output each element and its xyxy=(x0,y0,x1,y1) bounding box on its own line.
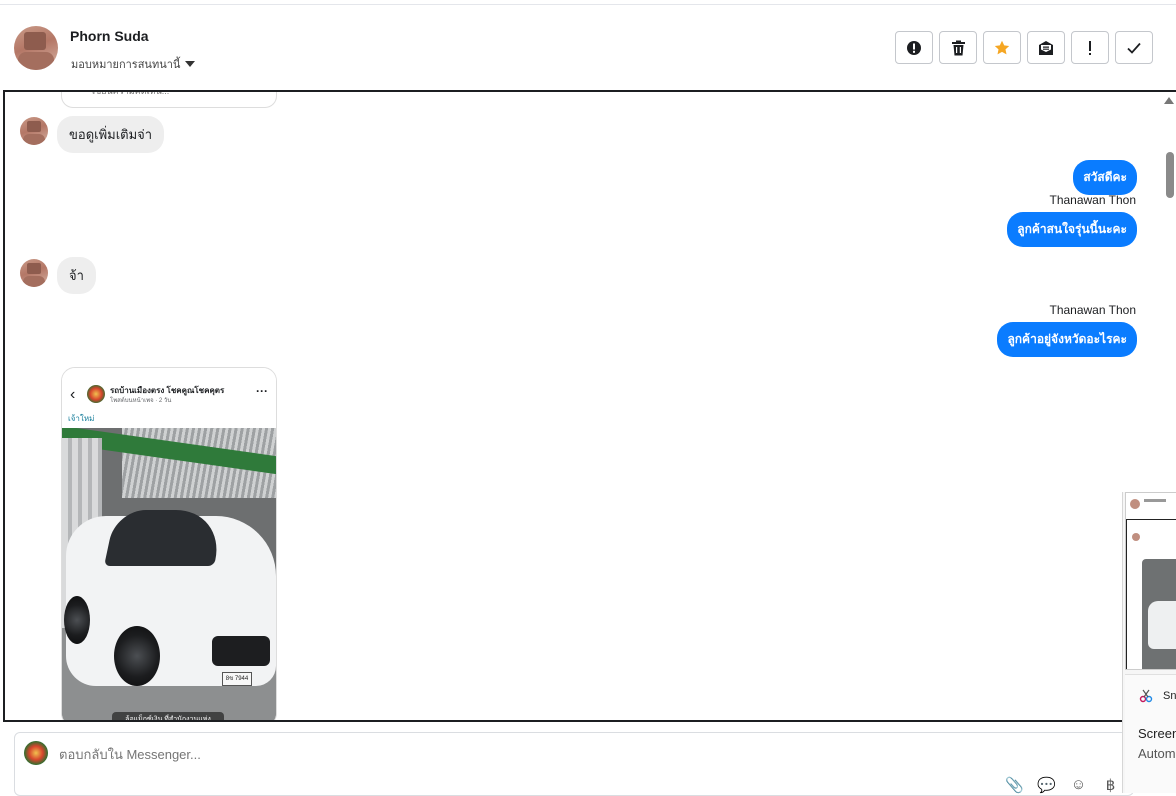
previous-post-card[interactable]: เขียนความคิดเห็น... ☺ ▣ ☺ xyxy=(61,90,277,108)
header-actions xyxy=(895,31,1153,64)
scroll-up-arrow-icon[interactable] xyxy=(1164,97,1174,104)
contact-name[interactable]: Phorn Suda xyxy=(70,28,149,44)
scrollbar-thumb[interactable] xyxy=(1166,152,1174,198)
sender-name: Thanawan Thon xyxy=(1049,193,1136,207)
app-label: Sn xyxy=(1163,690,1176,702)
outgoing-message: ลูกค้าอยู่จังหวัดอะไรคะ xyxy=(997,322,1137,357)
license-plate: 8ข 7944 xyxy=(222,672,252,686)
assign-conversation-dropdown[interactable]: มอบหมายการสนทนานี้ xyxy=(71,55,196,73)
saved-replies-icon[interactable]: 💬 xyxy=(1037,775,1056,794)
page-logo xyxy=(87,385,105,403)
post-link-text: เจ้าใหม่ xyxy=(68,414,95,423)
star-icon xyxy=(994,40,1010,54)
attachment-icon[interactable]: 📎 xyxy=(1005,775,1024,794)
mark-unread-button[interactable] xyxy=(1027,31,1065,64)
mark-unread-icon xyxy=(1039,40,1053,55)
incoming-message: จ้า xyxy=(57,257,96,294)
exclamation-icon xyxy=(1089,40,1091,55)
outgoing-message: สวัสดีคะ xyxy=(1073,160,1137,195)
more-icon: ··· xyxy=(256,384,268,398)
contact-avatar[interactable] xyxy=(14,26,58,70)
comment-placeholder: เขียนความคิดเห็น... xyxy=(92,90,170,96)
reply-input[interactable] xyxy=(59,747,659,762)
car-photo: 8ข 7944 ล้อแม็กซ์เงิน ที่สำนักงานแห่ง xyxy=(62,428,276,720)
sender-name: Thanawan Thon xyxy=(1049,303,1136,317)
reaction-icons: ☺ ▣ ☺ xyxy=(219,92,266,94)
star-button[interactable] xyxy=(983,31,1021,64)
notification-subtitle: Autom xyxy=(1138,746,1176,761)
checkmark-icon xyxy=(1127,42,1141,54)
delete-button[interactable] xyxy=(939,31,977,64)
important-button[interactable] xyxy=(1071,31,1109,64)
notification-panel[interactable]: Sn Screen Autom xyxy=(1125,674,1176,793)
photo-caption: ล้อแม็กซ์เงิน ที่สำนักงานแห่ง xyxy=(112,712,224,720)
snipping-tool-overlay[interactable]: Sn Screen Autom xyxy=(1122,492,1176,793)
emoji-icon[interactable]: ☺ xyxy=(1069,775,1088,794)
contact-avatar-small xyxy=(20,259,48,287)
reply-composer: 📎 💬 ☺ ฿ xyxy=(14,732,1134,796)
contact-avatar-small xyxy=(20,117,48,145)
notification-title: Screen xyxy=(1138,726,1176,741)
spam-button[interactable] xyxy=(895,31,933,64)
screenshot-thumbnail[interactable] xyxy=(1125,492,1176,670)
caret-down-icon xyxy=(185,61,196,67)
shared-post-image[interactable]: ‹ รถบ้านเมืองตรง โชคคูณโชคคุตร โพสต์บนหน… xyxy=(61,367,277,720)
page-subtitle: โพสต์บนหน้าเพจ · 2 วัน xyxy=(110,398,172,404)
chevron-left-icon: ‹ xyxy=(70,386,76,403)
baht-icon[interactable]: ฿ xyxy=(1101,775,1120,794)
conversation-header: Phorn Suda มอบหมายการสนทนานี้ xyxy=(0,5,1176,89)
mark-done-button[interactable] xyxy=(1115,31,1153,64)
spam-icon xyxy=(907,40,921,55)
message-thread[interactable]: เขียนความคิดเห็น... ☺ ▣ ☺ ขอดูเพิ่มเติมจ… xyxy=(3,90,1176,722)
snipping-tool-icon xyxy=(1139,689,1153,703)
incoming-message: ขอดูเพิ่มเติมจ่า xyxy=(57,116,165,153)
assign-label: มอบหมายการสนทนานี้ xyxy=(71,59,181,71)
outgoing-message: ลูกค้าสนใจรุ่นนี้นะคะ xyxy=(1007,212,1137,247)
trash-icon xyxy=(951,40,965,55)
composer-tools: 📎 💬 ☺ ฿ xyxy=(1005,775,1120,794)
post-header: ‹ รถบ้านเมืองตรง โชคคูณโชคคุตร โพสต์บนหน… xyxy=(62,368,276,424)
page-avatar xyxy=(24,741,48,765)
camera-icon xyxy=(72,90,82,92)
